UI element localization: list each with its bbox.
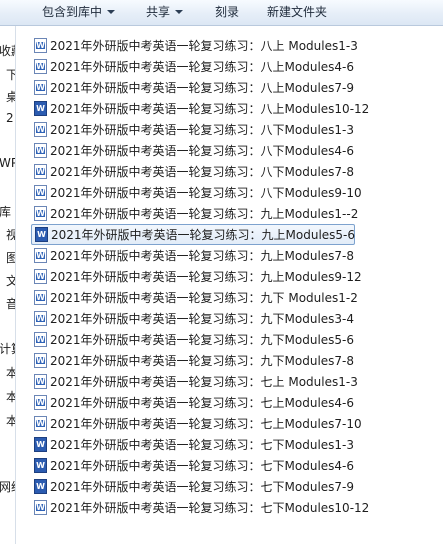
file-name: 2021年外研版中考英语一轮复习练习：七上Modules7-10 [50, 417, 362, 431]
word-document-icon: W [34, 80, 47, 95]
file-row[interactable]: W 2021年外研版中考英语一轮复习练习：九上Modules1--2 [31, 203, 371, 224]
nav-item-music[interactable]: 音 [6, 295, 15, 312]
nav-item-libraries[interactable]: 库 [0, 203, 11, 220]
file-row[interactable]: W 2021年外研版中考英语一轮复习练习：九下Modules3-4 [31, 308, 371, 329]
burn-label: 刻录 [215, 5, 240, 19]
file-name: 2021年外研版中考英语一轮复习练习：八下Modules1-3 [50, 123, 355, 137]
nav-item-favorites[interactable]: 收藏 [0, 42, 15, 59]
file-name: 2021年外研版中考英语一轮复习练习：九上Modules5-6 [51, 228, 356, 242]
file-row[interactable]: W 2021年外研版中考英语一轮复习练习：七下Modules1-3 [31, 434, 371, 455]
word-document-icon: W [34, 395, 47, 410]
file-name: 2021年外研版中考英语一轮复习练习：八上Modules7-9 [50, 81, 355, 95]
nav-item-network[interactable]: 网络 [0, 478, 15, 495]
file-list: W 2021年外研版中考英语一轮复习练习：八上 Modules1-3 W 2021年外… [16, 26, 443, 544]
word-document-icon: W [34, 374, 47, 389]
nav-item-drive-2[interactable]: 本 [6, 388, 15, 405]
file-row[interactable]: W 2021年外研版中考英语一轮复习练习：七下Modules10-12 [31, 497, 371, 518]
nav-item-drive-1[interactable]: 本 [6, 364, 15, 381]
nav-item-videos[interactable]: 视 [6, 226, 15, 243]
include-in-library-button[interactable]: 包含到库中 [42, 0, 116, 25]
include-in-library-label: 包含到库中 [42, 5, 103, 19]
word-document-icon: W [34, 59, 47, 74]
nav-item-computer[interactable]: 计算 [0, 340, 15, 357]
nav-item-desktop[interactable]: 桌 [6, 88, 15, 105]
file-name: 2021年外研版中考英语一轮复习练习：八下Modules7-8 [50, 165, 355, 179]
file-row[interactable]: W 2021年外研版中考英语一轮复习练习：九下Modules5-6 [31, 329, 371, 350]
word-document-icon: W [34, 185, 47, 200]
new-folder-button[interactable]: 新建文件夹 [267, 0, 327, 25]
file-row[interactable]: W 2021年外研版中考英语一轮复习练习：七上Modules7-10 [31, 413, 371, 434]
word-document-icon: W [34, 500, 47, 515]
file-name: 2021年外研版中考英语一轮复习练习：七上Modules4-6 [50, 396, 355, 410]
file-name: 2021年外研版中考英语一轮复习练习：九上Modules9-12 [50, 270, 362, 284]
burn-button[interactable]: 刻录 [215, 0, 239, 25]
file-name: 2021年外研版中考英语一轮复习练习：九下Modules5-6 [50, 333, 355, 347]
word-document-icon: W [34, 248, 47, 263]
word-document-icon: W [34, 269, 47, 284]
file-name: 2021年外研版中考英语一轮复习练习：七下Modules7-9 [50, 480, 355, 494]
file-row[interactable]: W 2021年外研版中考英语一轮复习练习：九上Modules5-6 [31, 224, 355, 245]
file-name: 2021年外研版中考英语一轮复习练习：八下Modules4-6 [50, 144, 355, 158]
word-document-icon: W [34, 143, 47, 158]
file-row[interactable]: W 2021年外研版中考英语一轮复习练习：七下Modules4-6 [31, 455, 371, 476]
file-name: 2021年外研版中考英语一轮复习练习：七下Modules4-6 [50, 459, 355, 473]
word-document-icon: W [34, 353, 47, 368]
file-row[interactable]: W 2021年外研版中考英语一轮复习练习：七上Modules4-6 [31, 392, 371, 413]
nav-item-documents[interactable]: 文 [6, 272, 15, 289]
nav-item-wps[interactable]: WP [0, 156, 15, 170]
word-document-icon: W [34, 437, 47, 452]
file-row[interactable]: W 2021年外研版中考英语一轮复习练习：八上 Modules1-3 [31, 35, 371, 56]
file-row[interactable]: W 2021年外研版中考英语一轮复习练习：九下Modules7-8 [31, 350, 371, 371]
file-name: 2021年外研版中考英语一轮复习练习：九上Modules7-8 [50, 249, 355, 263]
share-button[interactable]: 共享 [146, 0, 184, 25]
new-folder-label: 新建文件夹 [267, 5, 328, 19]
file-row[interactable]: W 2021年外研版中考英语一轮复习练习：九上Modules9-12 [31, 266, 371, 287]
nav-item-drive-3[interactable]: 本 [6, 412, 15, 429]
file-row[interactable]: W 2021年外研版中考英语一轮复习练习：九上Modules7-8 [31, 245, 371, 266]
file-row[interactable]: W 2021年外研版中考英语一轮复习练习：八上Modules4-6 [31, 56, 371, 77]
file-name: 2021年外研版中考英语一轮复习练习：九上Modules1--2 [50, 207, 359, 221]
chevron-down-icon [175, 9, 184, 14]
word-document-icon: W [34, 311, 47, 326]
word-document-icon: W [34, 38, 47, 53]
file-row[interactable]: W 2021年外研版中考英语一轮复习练习：八下Modules4-6 [31, 140, 371, 161]
word-document-icon: W [34, 101, 47, 116]
file-name: 2021年外研版中考英语一轮复习练习：七上 Modules1-3 [50, 375, 358, 389]
file-row[interactable]: W 2021年外研版中考英语一轮复习练习：八下Modules9-10 [31, 182, 371, 203]
command-bar: 包含到库中 共享 刻录 新建文件夹 [0, 0, 443, 26]
file-name: 2021年外研版中考英语一轮复习练习：九下 Modules1-2 [50, 291, 358, 305]
file-row[interactable]: W 2021年外研版中考英语一轮复习练习：七下Modules7-9 [31, 476, 371, 497]
file-name: 2021年外研版中考英语一轮复习练习：七下Modules1-3 [50, 438, 355, 452]
word-document-icon: W [35, 227, 48, 242]
word-document-icon: W [34, 122, 47, 137]
word-document-icon: W [34, 164, 47, 179]
file-name: 2021年外研版中考英语一轮复习练习：九下Modules7-8 [50, 354, 355, 368]
file-name: 2021年外研版中考英语一轮复习练习：八上Modules10-12 [50, 102, 370, 116]
word-document-icon: W [34, 479, 47, 494]
file-name: 2021年外研版中考英语一轮复习练习：八上Modules4-6 [50, 60, 355, 74]
navigation-pane[interactable]: 收藏 下 桌 2 WP 库 视 图 文 音 计算 本 本 本 网络 [0, 26, 16, 544]
file-row[interactable]: W 2021年外研版中考英语一轮复习练习：八上Modules10-12 [31, 98, 371, 119]
file-name: 2021年外研版中考英语一轮复习练习：八上 Modules1-3 [50, 39, 358, 53]
file-row[interactable]: W 2021年外研版中考英语一轮复习练习：八下Modules1-3 [31, 119, 371, 140]
nav-item-pictures[interactable]: 图 [6, 249, 15, 266]
word-document-icon: W [34, 206, 47, 221]
file-name: 2021年外研版中考英语一轮复习练习：九下Modules3-4 [50, 312, 355, 326]
nav-item-downloads[interactable]: 下 [6, 66, 15, 83]
chevron-down-icon [107, 9, 116, 14]
word-document-icon: W [34, 416, 47, 431]
file-name: 2021年外研版中考英语一轮复习练习：七下Modules10-12 [50, 501, 370, 515]
file-name: 2021年外研版中考英语一轮复习练习：八下Modules9-10 [50, 186, 362, 200]
word-document-icon: W [34, 332, 47, 347]
file-row[interactable]: W 2021年外研版中考英语一轮复习练习：九下 Modules1-2 [31, 287, 371, 308]
share-label: 共享 [146, 5, 171, 19]
file-row[interactable]: W 2021年外研版中考英语一轮复习练习：八下Modules7-8 [31, 161, 371, 182]
word-document-icon: W [34, 458, 47, 473]
file-row[interactable]: W 2021年外研版中考英语一轮复习练习：八上Modules7-9 [31, 77, 371, 98]
word-document-icon: W [34, 290, 47, 305]
file-row[interactable]: W 2021年外研版中考英语一轮复习练习：七上 Modules1-3 [31, 371, 371, 392]
nav-item-recent[interactable]: 2 [6, 111, 14, 125]
